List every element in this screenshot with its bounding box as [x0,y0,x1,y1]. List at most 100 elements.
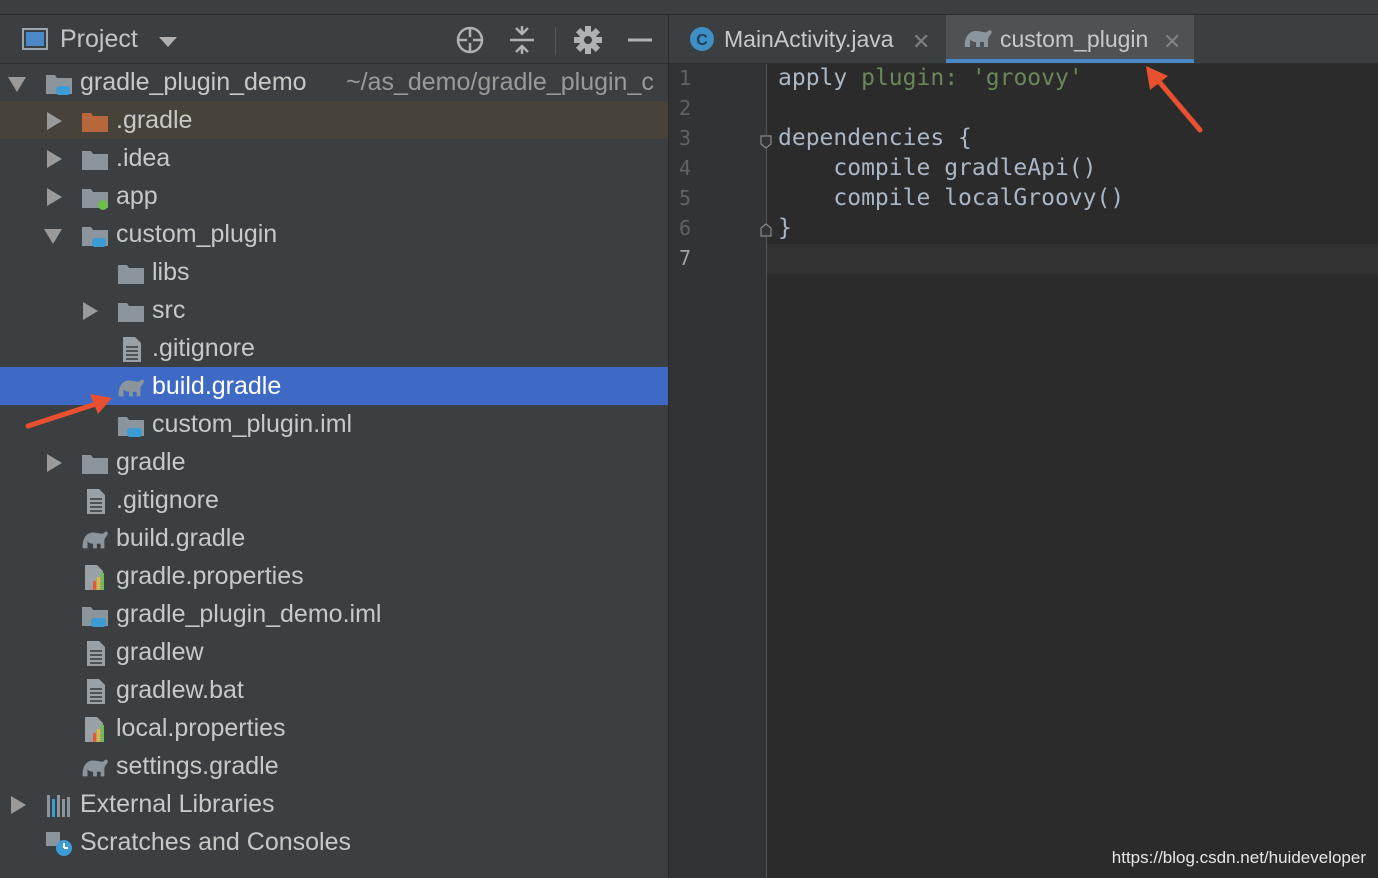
tree-item[interactable]: gradle.properties [0,557,668,595]
tree-item[interactable]: gradlew.bat [0,671,668,709]
chevron-down-icon[interactable] [44,229,62,244]
tree-item[interactable]: gradle_plugin_demo.iml [0,595,668,633]
tree-item-label: gradle [116,448,186,476]
line-number: 2 [679,96,692,120]
android-module-folder-icon [80,183,110,211]
collapse-all-icon[interactable] [506,24,538,56]
current-line-highlight [767,244,1378,274]
tree-item-label: custom_plugin [116,220,278,248]
tree-item[interactable]: settings.gradle [0,747,668,785]
code-line-4[interactable]: compile gradleApi() [778,155,1096,181]
project-view-icon[interactable] [22,28,48,50]
tab-label: MainActivity.java [724,26,894,52]
tree-item[interactable]: .idea [0,139,668,177]
folder-icon [80,449,110,477]
gradle-elephant-icon [964,30,992,47]
code-line-5[interactable]: compile localGroovy() [778,185,1124,211]
iml-file-icon [80,601,110,629]
tree-item-label: gradle_plugin_demo [80,68,307,96]
tree-item[interactable]: External Libraries [0,785,668,823]
minimize-icon[interactable] [624,24,656,56]
chevron-down-icon[interactable] [159,37,177,47]
line-number: 3 [679,126,692,150]
svg-text:C: C [696,32,708,49]
chevron-right-icon[interactable] [47,188,62,206]
tree-item-label: .gradle [116,106,193,134]
tree-item[interactable]: gradlew [0,633,668,671]
text-file-icon [80,639,110,667]
libraries-icon [44,791,74,819]
tab-mainactivity-java[interactable]: C MainActivity.java ✕ [669,15,945,63]
tree-item[interactable]: src [0,291,668,329]
tree-item-label: Scratches and Consoles [80,828,351,856]
chevron-right-icon[interactable] [11,796,26,814]
tree-item[interactable]: app [0,177,668,215]
tree-item[interactable]: .gitignore [0,329,668,367]
gradle-elephant-icon [80,753,110,781]
tree-item-label: .idea [116,144,171,172]
tree-item-path: ~/as_demo/gradle_plugin_c [346,68,654,96]
annotation-arrow-icon [25,394,112,429]
text-file-icon [80,677,110,705]
fold-marker-icon[interactable] [760,135,772,149]
code-line-1[interactable]: apply plugin: 'groovy' [778,65,1083,91]
code-line-3[interactable]: dependencies { [778,125,972,151]
tree-item-label: .gitignore [116,486,219,514]
chevron-down-icon[interactable] [8,77,26,92]
tree-item-label: .gitignore [152,334,255,362]
tree-item-label: settings.gradle [116,752,279,780]
tab-custom-plugin[interactable]: custom_plugin ✕ [946,15,1194,63]
tree-item-label: gradle_plugin_demo.iml [116,600,382,628]
chevron-right-icon[interactable] [47,454,62,472]
tree-item[interactable]: libs [0,253,668,291]
header-divider [555,27,556,55]
tree-item-label: libs [152,258,190,286]
line-number: 4 [679,156,692,180]
chevron-right-icon[interactable] [83,302,98,320]
chevron-right-icon[interactable] [47,112,62,130]
editor-area: C MainActivity.java ✕ custom_plugin ✕ 1 … [669,15,1378,878]
tree-item[interactable]: local.properties [0,709,668,747]
tree-item[interactable]: build.gradle [0,519,668,557]
module-folder-icon [80,221,110,249]
locate-target-icon[interactable] [454,24,486,56]
tree-item-label: build.gradle [116,524,246,552]
chevron-right-icon[interactable] [47,150,62,168]
line-number: 1 [679,66,692,90]
close-icon[interactable]: ✕ [1163,29,1181,55]
tree-item-label: External Libraries [80,790,275,818]
properties-file-icon [80,563,110,591]
tree-item[interactable]: Scratches and Consoles [0,823,668,861]
editor-tab-bar: C MainActivity.java ✕ custom_plugin ✕ [669,15,1378,64]
java-class-icon: C [690,27,714,51]
tree-item[interactable]: .gitignore [0,481,668,519]
tree-item[interactable]: gradle [0,443,668,481]
tree-item-label: src [152,296,186,324]
line-number: 5 [679,186,692,210]
tree-item-label: custom_plugin.iml [152,410,353,438]
text-file-icon [116,335,146,363]
project-view-title[interactable]: Project [60,25,138,54]
code-line-6[interactable]: } [778,215,792,241]
tree-item[interactable]: custom_plugin [0,215,668,253]
tree-item-label: app [116,182,158,210]
gradle-elephant-icon [80,525,110,553]
tree-item[interactable]: .gradle [0,101,668,139]
folder-icon [116,297,146,325]
folder-icon [80,145,110,173]
watermark: https://blog.csdn.net/huideveloper [1111,848,1366,867]
gear-icon[interactable] [572,24,604,56]
tree-item-label: gradlew [116,638,204,666]
line-number-current: 7 [679,246,692,270]
folder-icon [116,259,146,287]
fold-marker-icon[interactable] [760,223,772,237]
annotation-arrow-icon [1146,66,1203,133]
folder-orange-icon [80,107,110,135]
close-icon[interactable]: ✕ [912,29,930,55]
project-panel-header: Project [0,15,668,64]
window-top-strip [0,0,1378,15]
tree-item[interactable]: gradle_plugin_demo ~/as_demo/gradle_plugi… [0,63,668,101]
tree-item-label: local.properties [116,714,286,742]
tab-label: custom_plugin [1000,26,1149,52]
tree-item-label: gradlew.bat [116,676,244,704]
